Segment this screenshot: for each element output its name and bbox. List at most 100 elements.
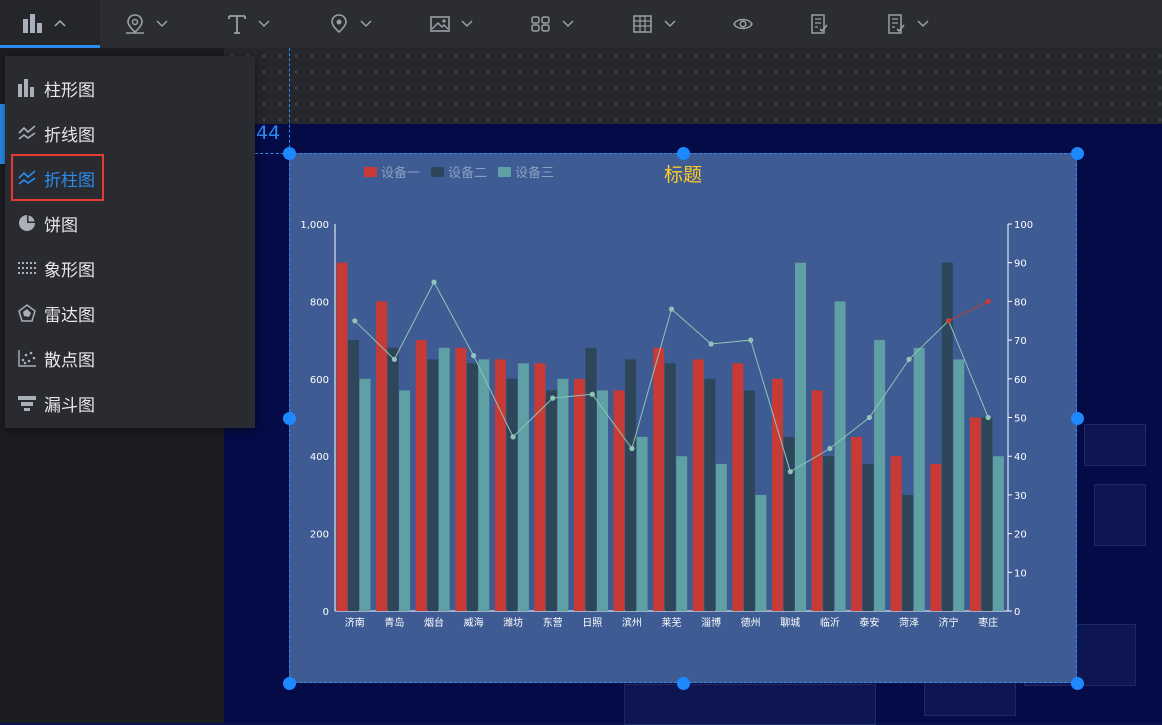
y-right-tick-label: 30	[1014, 491, 1027, 502]
bar	[676, 456, 688, 611]
resize-handle-bottom-left[interactable]	[283, 677, 296, 690]
image-menu-button[interactable]	[429, 0, 473, 48]
location-menu-button[interactable]	[328, 0, 372, 48]
resize-handle-top-right[interactable]	[1071, 147, 1084, 160]
y-right-tick-label: 90	[1014, 259, 1027, 270]
line-point	[391, 356, 397, 362]
bar	[823, 456, 835, 611]
radar-chart-icon	[17, 303, 37, 323]
y-left-tick-label: 400	[310, 452, 329, 463]
background-decoration	[1094, 484, 1146, 546]
document-button[interactable]	[808, 0, 830, 48]
bar	[664, 363, 676, 611]
bar	[992, 456, 1004, 611]
resize-handle-right[interactable]	[1071, 412, 1084, 425]
bar	[862, 463, 874, 611]
bar	[348, 340, 359, 611]
menu-item-label: 柱形图	[44, 80, 95, 101]
y-left-tick-label: 0	[323, 607, 329, 618]
table-menu-button[interactable]	[632, 0, 676, 48]
bar-chart-icon	[17, 78, 37, 98]
bar	[902, 494, 914, 611]
bar	[783, 436, 795, 611]
menu-item-radar-chart[interactable]: 雷达图	[17, 295, 95, 331]
bar	[941, 262, 953, 611]
eye-icon	[733, 18, 753, 30]
text-icon	[228, 15, 246, 34]
bar	[834, 301, 846, 611]
pie-chart-icon	[17, 213, 37, 233]
bar	[743, 390, 755, 611]
selection-highlight	[11, 154, 104, 201]
document-check-menu-button[interactable]	[885, 0, 929, 48]
line-point	[629, 445, 635, 452]
menu-item-pictorial-chart[interactable]: 象形图	[17, 250, 95, 286]
line-point	[906, 356, 912, 362]
x-tick-label: 东营	[543, 616, 563, 629]
menu-item-bar-chart[interactable]: 柱形图	[17, 70, 95, 106]
text-menu-button[interactable]	[226, 0, 270, 48]
line-point	[510, 434, 516, 440]
resize-handle-left[interactable]	[283, 412, 296, 425]
line-point	[985, 414, 991, 421]
image-icon	[430, 16, 450, 32]
bar	[415, 340, 427, 611]
menu-item-line-chart[interactable]: 折线图	[17, 115, 95, 151]
canvas-ruler-area	[224, 48, 1162, 124]
chevron-down-icon	[156, 20, 168, 28]
scatter-chart-icon	[17, 348, 37, 368]
x-tick-label: 淄博	[701, 616, 721, 629]
chart-menu-button[interactable]	[0, 0, 100, 48]
bar	[574, 378, 585, 611]
chevron-down-icon	[562, 20, 574, 28]
y-left-tick-label: 1,000	[300, 220, 329, 231]
map-menu-button[interactable]	[124, 0, 168, 48]
chevron-down-icon	[664, 20, 676, 28]
bar	[557, 378, 569, 611]
x-tick-label: 菏泽	[899, 617, 919, 629]
bar	[625, 359, 637, 611]
document-check-icon	[888, 14, 905, 34]
y-right-tick-label: 70	[1014, 336, 1027, 347]
grid-blocks-icon	[531, 16, 550, 32]
chart-component[interactable]: 0 200 400 600 800 1,000 0 10 20 30 40 50 60 70 80 90 100…	[289, 153, 1077, 683]
bar	[890, 456, 902, 611]
toolbar	[0, 0, 1162, 48]
menu-item-label: 折线图	[44, 125, 95, 146]
bar	[534, 363, 546, 611]
pictorial-chart-icon	[17, 258, 37, 278]
menu-item-label: 饼图	[44, 215, 78, 236]
x-tick-label: 滨州	[622, 616, 642, 629]
component-menu-button[interactable]	[530, 0, 574, 48]
y-right-tick-label: 50	[1014, 414, 1027, 425]
map-pin-icon	[126, 14, 144, 34]
bar	[953, 359, 965, 611]
document-icon	[811, 14, 828, 34]
bar	[438, 347, 450, 611]
x-tick-label: 潍坊	[503, 616, 523, 629]
menu-item-funnel-chart[interactable]: 漏斗图	[17, 385, 95, 421]
y-right-tick-label: 20	[1014, 530, 1027, 541]
background-decoration	[1084, 424, 1146, 466]
resize-handle-bottom[interactable]	[677, 677, 690, 690]
x-tick-label: 青岛	[384, 616, 404, 629]
line-point	[708, 341, 714, 347]
resize-handle-top-left[interactable]	[283, 147, 296, 160]
bar	[851, 436, 863, 611]
position-readout: 44	[256, 122, 281, 144]
menu-item-pie-chart[interactable]: 饼图	[17, 205, 78, 241]
bar	[732, 363, 744, 611]
line-point	[866, 414, 873, 421]
menu-item-scatter-chart[interactable]: 散点图	[17, 340, 95, 376]
bar	[692, 359, 704, 611]
bar	[387, 347, 399, 611]
bar	[795, 262, 806, 611]
bar-chart-icon	[23, 13, 42, 33]
resize-handle-top[interactable]	[677, 147, 690, 160]
line-point	[352, 318, 358, 324]
y-left-tick-label: 200	[310, 530, 329, 541]
resize-handle-bottom-right[interactable]	[1071, 677, 1084, 690]
menu-item-label: 散点图	[44, 350, 95, 371]
preview-button[interactable]	[732, 0, 754, 48]
bar	[427, 359, 439, 611]
